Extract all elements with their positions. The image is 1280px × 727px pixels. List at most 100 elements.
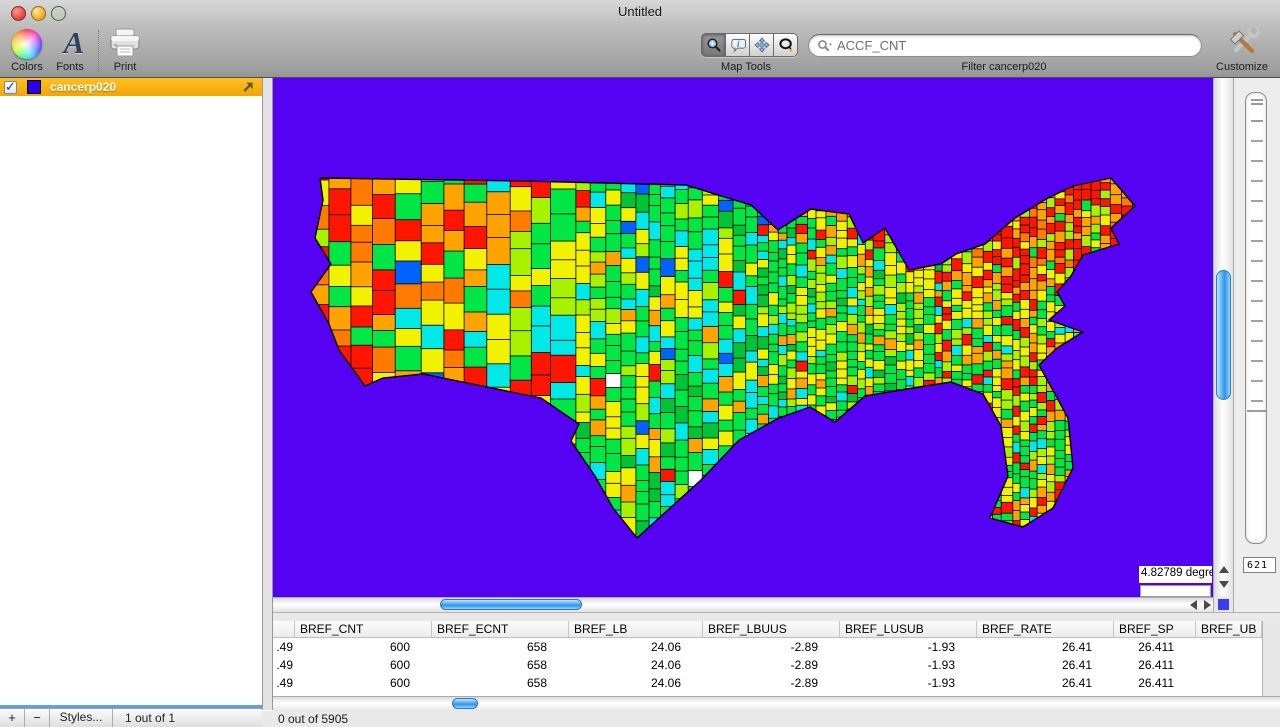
down-arrow-icon bbox=[1219, 581, 1229, 588]
column-header-BREF_ECNT[interactable]: BREF_ECNT bbox=[432, 621, 569, 637]
column-header-BREF_RATE[interactable]: BREF_RATE bbox=[977, 621, 1114, 637]
column-header-BREF_LB[interactable]: BREF_LB bbox=[569, 621, 703, 637]
expand-arrow-icon[interactable] bbox=[241, 80, 255, 94]
search-icon bbox=[818, 39, 832, 51]
filter-field-value[interactable]: ACCF_CNT bbox=[837, 38, 906, 53]
table-cell: 600 bbox=[389, 676, 410, 690]
print-button-label[interactable]: Print bbox=[98, 61, 152, 73]
selection-count-label: 0 out of 5905 bbox=[278, 712, 349, 726]
map-horizontal-scrollbar[interactable] bbox=[273, 597, 1213, 612]
info-bubble-icon: i bbox=[730, 39, 746, 53]
pan-tool-button[interactable] bbox=[750, 33, 774, 57]
move-arrows-icon bbox=[753, 37, 770, 53]
table-cell: 600 bbox=[389, 640, 410, 654]
lasso-icon bbox=[778, 38, 792, 52]
table-cell: 658 bbox=[526, 676, 547, 690]
column-header-BREF_SP[interactable]: BREF_SP bbox=[1114, 621, 1196, 637]
styles-button[interactable]: Styles... bbox=[50, 709, 113, 727]
filter-search-field[interactable]: ACCF_CNT bbox=[808, 34, 1202, 57]
table-cell bbox=[1196, 656, 1262, 674]
lasso-tool-button[interactable] bbox=[774, 33, 798, 57]
customize-button-label[interactable]: Customize bbox=[1204, 61, 1280, 73]
table-cell: 24.06 bbox=[650, 658, 681, 672]
printer-icon[interactable] bbox=[107, 28, 143, 60]
table-cell: .49 bbox=[276, 676, 293, 690]
table-cell: 24.06 bbox=[650, 676, 681, 690]
window-title: Untitled bbox=[617, 4, 663, 19]
info-tool-button[interactable]: i bbox=[726, 33, 750, 57]
table-cell: -1.93 bbox=[927, 640, 955, 654]
map-scale-input[interactable] bbox=[1140, 585, 1211, 597]
table-row[interactable]: .49 600 658 24.06 -2.89 -1.93 26.41 26.411 bbox=[273, 656, 1262, 674]
table-cell: 26.41 bbox=[1061, 658, 1092, 672]
ruler-ticks bbox=[1247, 99, 1266, 412]
filter-field-label: Filter cancerp020 bbox=[961, 61, 1047, 73]
layer-count-label: 1 out of 1 bbox=[125, 711, 176, 725]
colors-button-label[interactable]: Colors bbox=[0, 61, 54, 73]
column-header-BREF_UB[interactable]: BREF_UB bbox=[1196, 621, 1262, 637]
table-cell: -1.93 bbox=[927, 658, 955, 672]
table-horizontal-scrollbar[interactable] bbox=[273, 696, 1280, 711]
table-right-gutter bbox=[1262, 621, 1280, 696]
column-header-BREF_LBUUS[interactable]: BREF_LBUUS bbox=[703, 621, 840, 637]
up-arrow-icon bbox=[1219, 566, 1229, 573]
fonts-button-label[interactable]: Fonts bbox=[47, 61, 93, 73]
color-wheel-icon[interactable] bbox=[12, 29, 42, 59]
fonts-icon[interactable]: A bbox=[59, 25, 89, 61]
map-tools-label: Map Tools bbox=[721, 61, 771, 73]
scroll-right-button[interactable] bbox=[1200, 598, 1214, 612]
attribute-table[interactable]: BREF_CNT BREF_ECNT BREF_LB BREF_LBUUS BREF_L… bbox=[273, 621, 1262, 696]
table-cell: 26.411 bbox=[1138, 658, 1174, 672]
table-cell: -2.89 bbox=[790, 658, 818, 672]
table-cell: 26.411 bbox=[1138, 640, 1174, 654]
table-top-band bbox=[273, 612, 1280, 621]
add-layer-button[interactable]: + bbox=[0, 709, 25, 727]
chevron-down-icon bbox=[829, 43, 832, 46]
table-cell: -2.89 bbox=[790, 640, 818, 654]
horizontal-scrollbar-thumb[interactable] bbox=[440, 599, 582, 610]
layer-visibility-checkbox[interactable] bbox=[4, 79, 17, 95]
layer-row-cancerp020[interactable]: cancerp020 bbox=[0, 78, 262, 96]
zoom-value-field[interactable]: 621 bbox=[1243, 557, 1276, 573]
app-window: Untitled Colors A Fonts Print i Map Tool… bbox=[0, 0, 1280, 727]
map-scale-readout: 4.82789 degre bbox=[1139, 566, 1213, 583]
column-header-BREF_CNT[interactable]: BREF_CNT bbox=[295, 621, 432, 637]
table-cell: .49 bbox=[276, 640, 293, 654]
table-row[interactable]: .49 600 658 24.06 -2.89 -1.93 26.41 26.411 bbox=[273, 674, 1262, 692]
map-vertical-scrollbar[interactable] bbox=[1213, 78, 1233, 597]
customize-tools-icon[interactable] bbox=[1226, 26, 1260, 60]
vertical-scrollbar-thumb[interactable] bbox=[1216, 270, 1231, 400]
zoom-tool-button[interactable] bbox=[701, 33, 726, 57]
map-tools-segmented-control: i bbox=[701, 33, 798, 57]
right-arrow-icon bbox=[1203, 600, 1211, 610]
scroll-left-button[interactable] bbox=[1186, 598, 1200, 612]
corner-grip-icon[interactable] bbox=[1218, 599, 1229, 610]
column-header-blank[interactable] bbox=[273, 621, 295, 637]
table-scrollbar-thumb[interactable] bbox=[452, 698, 478, 709]
remove-layer-button[interactable]: − bbox=[25, 709, 50, 727]
table-cell: -2.89 bbox=[790, 676, 818, 690]
table-cell: -1.93 bbox=[927, 676, 955, 690]
scroll-up-button[interactable] bbox=[1214, 562, 1234, 577]
window-header: Untitled Colors A Fonts Print i Map Tool… bbox=[0, 0, 1280, 78]
column-header-BREF_LUSUB[interactable]: BREF_LUSUB bbox=[840, 621, 977, 637]
table-cell: 26.41 bbox=[1061, 676, 1092, 690]
scroll-down-button[interactable] bbox=[1214, 577, 1234, 592]
table-cell: 24.06 bbox=[650, 640, 681, 654]
layer-color-swatch[interactable] bbox=[27, 80, 41, 94]
zoom-ruler[interactable] bbox=[1245, 92, 1267, 544]
sidebar-content-divider[interactable] bbox=[262, 78, 273, 710]
table-cell: 600 bbox=[389, 658, 410, 672]
us-county-map[interactable] bbox=[273, 78, 1213, 597]
layer-name: cancerp020 bbox=[50, 80, 117, 94]
table-cell: 658 bbox=[526, 658, 547, 672]
table-header-row: BREF_CNT BREF_ECNT BREF_LB BREF_LBUUS BREF_L… bbox=[273, 621, 1262, 638]
scrollbar-corner bbox=[1213, 597, 1233, 612]
table-statusbar: 0 out of 5905 bbox=[262, 711, 1280, 727]
table-row[interactable]: .49 600 658 24.06 -2.89 -1.93 26.41 26.411 bbox=[273, 638, 1262, 656]
map-viewport[interactable]: 4.82789 degre bbox=[273, 78, 1213, 597]
zoom-ruler-panel: 621 bbox=[1233, 78, 1280, 612]
table-cell bbox=[1196, 638, 1262, 656]
table-body: .49 600 658 24.06 -2.89 -1.93 26.41 26.411 .49 60… bbox=[273, 638, 1262, 696]
table-cell bbox=[1196, 674, 1262, 692]
